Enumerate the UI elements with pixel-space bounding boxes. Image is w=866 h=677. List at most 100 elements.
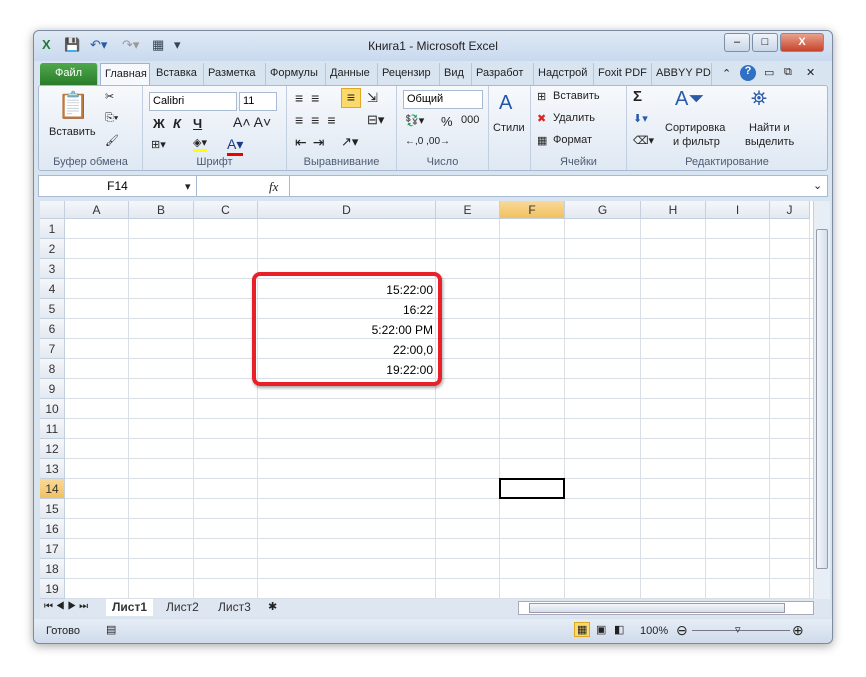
name-box[interactable]: F14 (39, 176, 197, 196)
increase-font-icon[interactable]: A˄ A˅ (233, 114, 271, 130)
decimal-icons[interactable]: ←,0 ,00→ (405, 136, 450, 147)
vertical-scrollbar[interactable] (813, 201, 830, 601)
insert-cells-icon[interactable]: ⊞ (537, 90, 546, 103)
tab-file[interactable]: Файл (40, 63, 98, 85)
horizontal-scrollbar[interactable] (518, 601, 814, 615)
italic-button[interactable]: К (173, 116, 181, 131)
column-header-B[interactable]: B (129, 201, 194, 219)
merge-icon[interactable]: ⊟▾ (367, 112, 384, 128)
zoom-level[interactable]: 100% (640, 625, 668, 637)
sort-label-1[interactable]: Сортировка (665, 122, 725, 134)
align-bottom-icon[interactable]: ≡ (341, 88, 361, 108)
autosum-button[interactable]: Σ (633, 88, 642, 105)
vertical-align-icons[interactable]: ≡≡ (295, 90, 327, 106)
delete-cells-button[interactable]: Удалить (553, 112, 595, 124)
formula-input[interactable] (289, 176, 809, 196)
row-header-1[interactable]: 1 (40, 219, 65, 239)
format-cells-button[interactable]: Формат (553, 134, 592, 146)
row-header-14[interactable]: 14 (40, 479, 65, 499)
worksheet-grid[interactable]: A B C D E F G H I J 1 2 3 4 5 6 7 8 9 10 11 12 13 14 15 16 17 18 19 1… (40, 201, 830, 601)
format-painter-icon[interactable]: 🖌 (105, 134, 119, 147)
row-header-13[interactable]: 13 (40, 459, 65, 479)
column-header-G[interactable]: G (565, 201, 641, 219)
underline-button[interactable]: Ч (193, 116, 202, 131)
zoom-slider[interactable] (692, 630, 790, 631)
percent-button[interactable]: % (441, 114, 453, 129)
expand-formula-bar-icon[interactable]: ⌄ (813, 179, 822, 192)
currency-icon[interactable]: 💱▾ (405, 114, 424, 127)
font-color-icon[interactable]: A▾ (227, 136, 244, 156)
normal-view-icon[interactable]: ▦ (574, 622, 591, 637)
tab-view[interactable]: Вид (440, 63, 472, 85)
minimize-button[interactable]: – (724, 33, 750, 52)
name-box-dropdown-icon[interactable]: ▾ (185, 180, 191, 193)
tab-data[interactable]: Данные (326, 63, 378, 85)
cut-icon[interactable]: ✂ (105, 90, 114, 103)
tab-formulas[interactable]: Формулы (266, 63, 326, 85)
doc-minimize-icon[interactable]: ▭ (764, 66, 774, 79)
page-break-view-icon[interactable]: ◧ (614, 623, 624, 636)
row-header-2[interactable]: 2 (40, 239, 65, 259)
row-header-18[interactable]: 18 (40, 559, 65, 579)
sheet-tab-2[interactable]: Лист2 (160, 599, 205, 616)
insert-cells-button[interactable]: Вставить (553, 90, 600, 102)
row-header-5[interactable]: 5 (40, 299, 65, 319)
horizontal-align-icons[interactable]: ≡≡≡ (295, 112, 344, 128)
doc-restore-icon[interactable]: ⧉ (784, 66, 792, 79)
tab-abbyy[interactable]: ABBYY PD (652, 63, 712, 85)
row-header-10[interactable]: 10 (40, 399, 65, 419)
tab-addins[interactable]: Надстрой (534, 63, 594, 85)
tab-insert[interactable]: Вставка (152, 63, 204, 85)
collapse-ribbon-icon[interactable]: ⌃ (722, 67, 731, 80)
find-label-1[interactable]: Найти и (749, 122, 790, 134)
column-header-J[interactable]: J (770, 201, 810, 219)
wrap-text-icon[interactable]: ⇲ (367, 90, 378, 106)
row-header-16[interactable]: 16 (40, 519, 65, 539)
row-header-9[interactable]: 9 (40, 379, 65, 399)
column-header-I[interactable]: I (706, 201, 770, 219)
zoom-in-icon[interactable]: ⊕ (792, 622, 804, 639)
insert-sheet-icon[interactable]: ✱ (268, 600, 277, 613)
column-header-D[interactable]: D (258, 201, 436, 219)
column-header-H[interactable]: H (641, 201, 706, 219)
fill-color-icon[interactable]: ◈▾ (193, 136, 207, 152)
format-cells-icon[interactable]: ▦ (537, 134, 547, 147)
copy-icon[interactable]: ⎘▾ (105, 112, 118, 125)
borders-icon[interactable]: ⊞▾ (151, 138, 166, 151)
row-header-15[interactable]: 15 (40, 499, 65, 519)
row-header-12[interactable]: 12 (40, 439, 65, 459)
select-all-button[interactable] (40, 201, 65, 219)
zoom-slider-thumb[interactable]: ▿ (735, 623, 741, 636)
row-header-4[interactable]: 4 (40, 279, 65, 299)
fill-icon[interactable]: ⬇▾ (633, 112, 648, 125)
column-header-F[interactable]: F (500, 201, 565, 219)
insert-function-button[interactable]: fx (269, 179, 278, 195)
column-header-C[interactable]: C (194, 201, 258, 219)
sort-label-2[interactable]: и фильтр (673, 136, 720, 148)
tab-developer[interactable]: Разработ (472, 63, 534, 85)
row-header-6[interactable]: 6 (40, 319, 65, 339)
tab-layout[interactable]: Разметка (204, 63, 266, 85)
thousands-button[interactable]: 000 (461, 114, 479, 126)
find-label-2[interactable]: выделить (745, 136, 794, 148)
scrollbar-thumb[interactable] (529, 603, 785, 613)
column-header-E[interactable]: E (436, 201, 500, 219)
orientation-icon[interactable]: ↗▾ (341, 134, 358, 150)
column-header-A[interactable]: A (65, 201, 129, 219)
maximize-button[interactable]: □ (752, 33, 778, 52)
styles-icon[interactable]: A (499, 92, 512, 115)
bold-button[interactable]: Ж (153, 116, 165, 131)
zoom-out-icon[interactable]: ⊖ (676, 622, 688, 639)
font-size-select[interactable]: 11 (239, 92, 277, 111)
row-header-19[interactable]: 19 (40, 579, 65, 599)
vertical-scrollbar-thumb[interactable] (816, 229, 828, 569)
font-name-select[interactable]: Calibri (149, 92, 237, 111)
help-icon[interactable]: ? (740, 65, 756, 81)
tab-home[interactable]: Главная (100, 63, 150, 85)
row-header-3[interactable]: 3 (40, 259, 65, 279)
delete-cells-icon[interactable]: ✖ (537, 112, 546, 125)
sheet-tab-1[interactable]: Лист1 (106, 599, 154, 616)
paste-button[interactable]: Вставить (49, 126, 96, 138)
doc-close-icon[interactable]: ✕ (806, 66, 815, 79)
clear-icon[interactable]: ⌫▾ (633, 134, 654, 147)
